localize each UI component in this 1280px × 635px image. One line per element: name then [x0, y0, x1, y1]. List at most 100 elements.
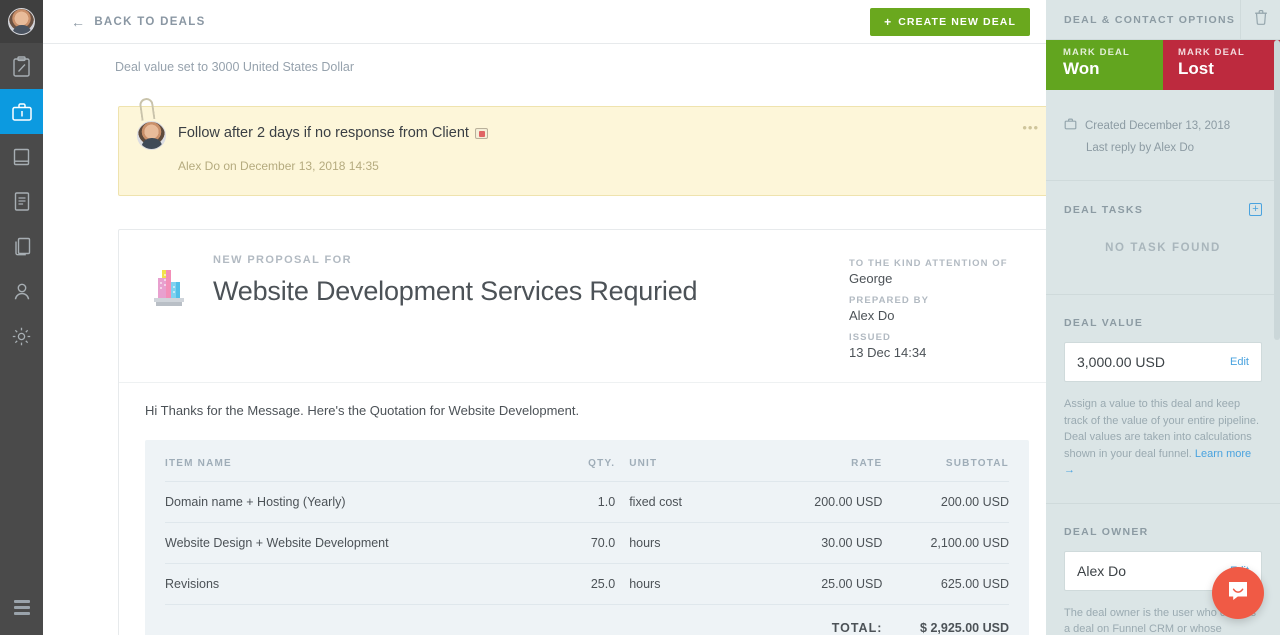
cell-qty: 1.0 — [544, 481, 630, 523]
cell-subtotal: 2,100.00 USD — [882, 522, 1009, 564]
deal-value-header: DEAL VALUE — [1064, 295, 1262, 329]
table-total-row: TOTAL: $ 2,925.00 USD — [165, 604, 1009, 635]
cell-item-name: Domain name + Hosting (Yearly) — [165, 481, 545, 523]
left-nav — [0, 0, 43, 635]
intercom-chat-button[interactable] — [1212, 567, 1264, 619]
back-to-deals-link[interactable]: ← BACK TO DEALS — [71, 15, 206, 29]
proposal-intro-text: Hi Thanks for the Message. Here's the Qu… — [145, 403, 580, 418]
cell-qty: 25.0 — [544, 563, 630, 605]
cell-unit: hours — [629, 522, 756, 564]
deal-value-text: 3,000.00 USD — [1077, 354, 1165, 370]
create-new-deal-button[interactable]: + CREATE NEW DEAL — [870, 7, 1030, 36]
page-title: Website Development Services Requried — [213, 276, 698, 306]
cell-item-name: Website Design + Website Development — [165, 522, 545, 564]
meta-value-issued: 13 Dec 14:34 — [849, 345, 927, 360]
mark-deal-buttons: MARK DEAL Won MARK DEAL Lost — [1046, 40, 1280, 90]
delete-deal-button[interactable] — [1240, 0, 1280, 40]
mark-lost-small-label: MARK DEAL — [1178, 47, 1245, 58]
column-header-qty: QTY. — [544, 440, 630, 482]
total-value: $ 2,925.00 USD — [882, 604, 1009, 635]
gear-icon — [11, 326, 32, 347]
meta-value-prepared-by: Alex Do — [849, 308, 895, 323]
column-header-rate: RATE — [755, 440, 883, 482]
cell-item-name: Revisions — [165, 563, 545, 605]
table-row: Website Design + Website Development 70.… — [165, 522, 1009, 564]
deal-tasks-title: DEAL TASKS — [1064, 203, 1144, 216]
right-panel-header: DEAL & CONTACT OPTIONS — [1046, 0, 1280, 40]
menu-toggle-button[interactable] — [0, 580, 43, 635]
document-icon — [13, 191, 31, 212]
panel-scrollbar[interactable] — [1274, 40, 1280, 340]
app-root: ← BACK TO DEALS + CREATE NEW DEAL Deal v… — [0, 0, 1280, 635]
cell-subtotal: 200.00 USD — [882, 481, 1009, 523]
note-text-wrap: Follow after 2 days if no response from … — [178, 123, 488, 141]
table-body: Domain name + Hosting (Yearly) 1.0 fixed… — [165, 481, 1009, 635]
sidebar-item-contacts-book[interactable] — [0, 134, 43, 179]
mark-deal-lost-button[interactable]: MARK DEAL Lost — [1163, 40, 1280, 90]
sidebar-item-proposals[interactable] — [0, 179, 43, 224]
top-bar: ← BACK TO DEALS + CREATE NEW DEAL — [43, 0, 1046, 44]
intercom-chat-icon — [1225, 578, 1251, 609]
create-new-deal-label: CREATE NEW DEAL — [898, 15, 1016, 28]
last-reply: Last reply by Alex Do — [1086, 142, 1195, 154]
table-row: Domain name + Hosting (Yearly) 1.0 fixed… — [165, 481, 1009, 523]
sidebar-item-settings[interactable] — [0, 314, 43, 359]
pages-icon — [12, 236, 32, 257]
main-content: ← BACK TO DEALS + CREATE NEW DEAL Deal v… — [43, 0, 1046, 635]
deal-info-section: Created December 13, 2018 Last reply by … — [1046, 90, 1280, 180]
cell-qty: 70.0 — [544, 522, 630, 564]
deal-value-help-text: Assign a value to this deal and keep tra… — [1064, 382, 1262, 503]
proposal-header: NEW PROPOSAL FOR Website Development Ser… — [119, 230, 1046, 383]
mark-deal-won-button[interactable]: MARK DEAL Won — [1046, 40, 1163, 90]
deal-value-edit-link[interactable]: Edit — [1230, 356, 1249, 368]
line-items-table: ITEM NAME QTY. UNIT RATE SUBTOTAL Domain… — [165, 440, 1009, 635]
back-arrow-icon: ← — [71, 13, 87, 30]
company-building-logo — [145, 254, 197, 360]
back-to-deals-label: BACK TO DEALS — [94, 15, 206, 28]
note-more-button[interactable]: ••• — [1022, 120, 1039, 135]
avatar[interactable] — [8, 8, 35, 35]
cell-unit: hours — [629, 563, 756, 605]
note-meta: Alex Do on December 13, 2018 14:35 — [178, 159, 379, 173]
briefcase-icon — [11, 102, 33, 122]
deal-value-field[interactable]: 3,000.00 USD Edit — [1064, 342, 1262, 382]
mark-won-label: Won — [1063, 59, 1100, 78]
created-row: Created December 13, 2018 — [1064, 90, 1262, 133]
meta-label-attention: TO THE KIND ATTENTION OF — [849, 258, 1008, 269]
proposal-title-column: NEW PROPOSAL FOR Website Development Ser… — [197, 254, 849, 360]
proposal-card: NEW PROPOSAL FOR Website Development Ser… — [118, 229, 1046, 635]
table-row: Revisions 25.0 hours 25.00 USD 625.00 US… — [165, 563, 1009, 605]
sidebar-item-templates[interactable] — [0, 224, 43, 269]
sidebar-item-deals[interactable] — [0, 89, 43, 134]
cell-unit: fixed cost — [629, 481, 756, 523]
sidebar-item-tasks[interactable] — [0, 44, 43, 89]
table-header-row: ITEM NAME QTY. UNIT RATE SUBTOTAL — [165, 440, 1009, 482]
add-task-button[interactable]: + — [1249, 203, 1262, 216]
deal-value-title: DEAL VALUE — [1064, 317, 1144, 329]
sidebar-item-people[interactable] — [0, 269, 43, 314]
mark-lost-label: Lost — [1178, 59, 1214, 78]
mark-won-small-label: MARK DEAL — [1063, 47, 1130, 58]
created-date: Created December 13, 2018 — [1085, 119, 1231, 132]
hamburger-icon — [13, 600, 30, 615]
clipboard-icon — [12, 56, 31, 77]
deal-status-message: Deal value set to 3000 United States Dol… — [115, 60, 355, 74]
cell-rate: 30.00 USD — [755, 522, 883, 564]
nav-avatar-container[interactable] — [0, 0, 43, 44]
no-task-found-text: NO TASK FOUND — [1105, 242, 1221, 254]
total-label: TOTAL: — [755, 604, 883, 635]
total-empty-cell — [165, 604, 756, 635]
emoji-badge-icon — [474, 127, 488, 139]
scroll-area[interactable]: Deal value set to 3000 United States Dol… — [43, 44, 1046, 635]
deal-owner-title: DEAL OWNER — [1064, 525, 1149, 538]
note-text: Follow after 2 days if no response from … — [178, 125, 469, 141]
cell-rate: 25.00 USD — [755, 563, 883, 605]
note-card: ••• Follow after 2 days if no response f… — [118, 97, 1046, 196]
table-head: ITEM NAME QTY. UNIT RATE SUBTOTAL — [165, 440, 1009, 482]
deal-owner-header: DEAL OWNER — [1064, 504, 1262, 538]
plus-icon: + — [884, 14, 893, 29]
deal-value-section: DEAL VALUE 3,000.00 USD Edit Assign a va… — [1046, 295, 1280, 503]
pin-icon — [138, 97, 156, 121]
briefcase-icon — [1064, 118, 1077, 133]
note-row: Follow after 2 days if no response from … — [137, 121, 1037, 150]
